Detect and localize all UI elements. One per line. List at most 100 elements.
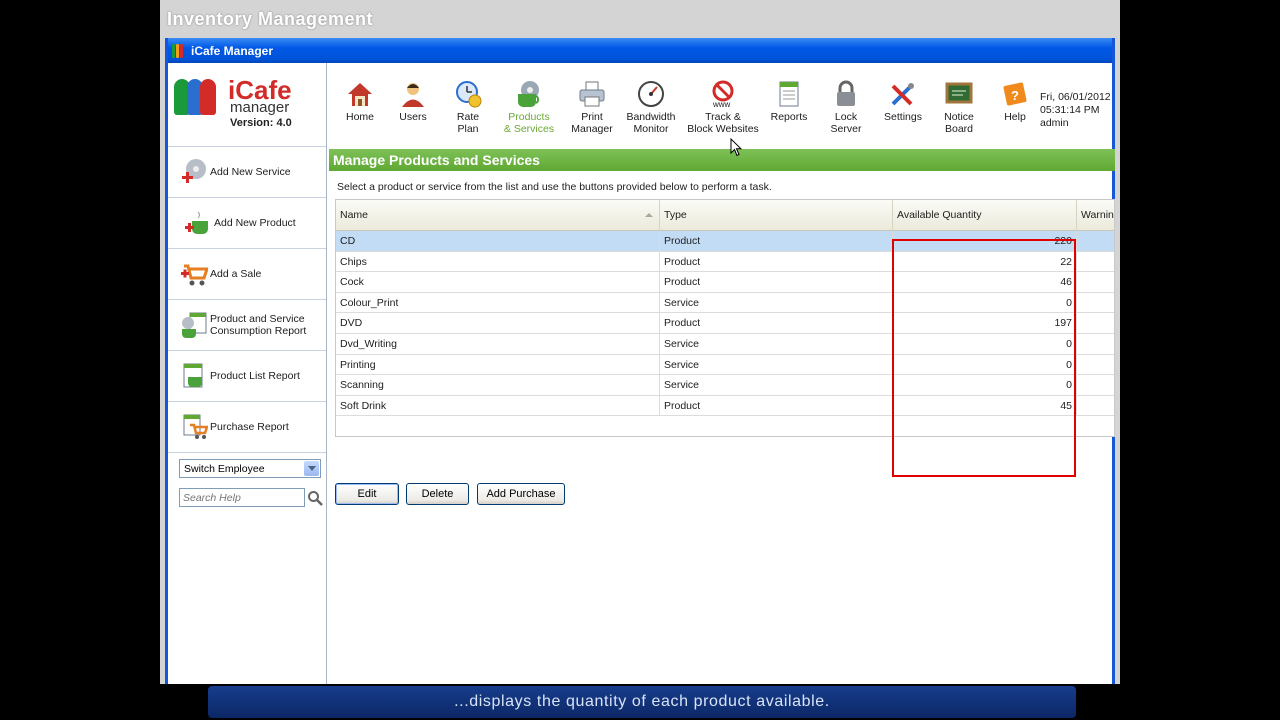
cell-name: Chips xyxy=(336,251,660,272)
cell-available-quantity: 0 xyxy=(893,375,1077,396)
cell-type: Product xyxy=(660,231,893,251)
add-service-icon xyxy=(180,158,208,186)
window-title: iCafe Manager xyxy=(191,43,274,58)
search-icon[interactable] xyxy=(307,490,323,506)
cell-warning xyxy=(1077,334,1114,354)
table-row[interactable]: Scanning Service 0 xyxy=(336,375,1114,396)
sidebar-item-consumption-report[interactable]: Product and Service Consumption Report xyxy=(168,300,326,351)
sidebar-item-add-new-product[interactable]: Add New Product xyxy=(168,198,326,249)
sidebar-item-product-list-report[interactable]: Product List Report xyxy=(168,351,326,402)
table-row[interactable]: Chips Product 22 xyxy=(336,251,1114,273)
gauge-icon xyxy=(637,80,665,108)
switch-employee-value: Switch Employee xyxy=(184,463,265,475)
cell-available-quantity: 46 xyxy=(893,272,1077,293)
toolbar-rate-plan[interactable]: Rate Plan xyxy=(436,78,500,135)
cell-available-quantity: 0 xyxy=(893,354,1077,375)
toolbar-reports[interactable]: Reports xyxy=(757,78,821,123)
instruction-text: Select a product or service from the lis… xyxy=(337,181,772,193)
page-title: Manage Products and Services xyxy=(329,149,1115,171)
user-icon xyxy=(399,80,427,108)
logo-mark-icon xyxy=(174,79,220,115)
toolbar-help[interactable]: ? Help xyxy=(983,78,1047,123)
chevron-down-icon[interactable] xyxy=(304,461,319,476)
cell-name: DVD xyxy=(336,313,660,334)
toolbar-bandwidth-monitor[interactable]: Bandwidth Monitor xyxy=(619,78,683,135)
column-header-warning[interactable]: Warnin xyxy=(1077,200,1114,231)
column-header-type[interactable]: Type xyxy=(660,200,893,231)
app-window: iCafe Manager iCafe manager Version: 4.0… xyxy=(165,38,1115,684)
app-logo: iCafe manager Version: 4.0 xyxy=(174,77,324,133)
padlock-icon xyxy=(832,80,860,108)
cell-available-quantity: 22 xyxy=(893,251,1077,272)
toolbar-lock-server[interactable]: Lock Server xyxy=(814,78,878,135)
cell-type: Service xyxy=(660,292,893,313)
sidebar-item-add-a-sale[interactable]: Add a Sale xyxy=(168,249,326,300)
add-product-icon xyxy=(184,209,212,237)
app-icon xyxy=(172,43,184,58)
cell-available-quantity: 45 xyxy=(893,395,1077,416)
cart-icon xyxy=(180,260,210,288)
current-user: admin xyxy=(1040,117,1069,129)
table-row[interactable]: Soft Drink Product 45 xyxy=(336,395,1114,417)
sidebar-item-add-new-service[interactable]: Add New Service xyxy=(168,147,326,198)
cell-warning xyxy=(1077,313,1114,333)
task-sidebar: Add New Service Add New Product Add a Sa… xyxy=(168,147,326,453)
column-header-name[interactable]: Name xyxy=(336,200,660,231)
cell-warning xyxy=(1077,231,1114,251)
report-icon xyxy=(775,80,803,108)
toolbar-notice-board[interactable]: Notice Board xyxy=(927,78,991,135)
cell-available-quantity: 0 xyxy=(893,292,1077,313)
add-purchase-button[interactable]: Add Purchase xyxy=(477,483,565,505)
table-row[interactable]: CD Product 220 xyxy=(336,231,1114,252)
cell-type: Product xyxy=(660,313,893,334)
svg-text:?: ? xyxy=(1011,88,1019,103)
main-content: Manage Products and Services Select a pr… xyxy=(327,147,1115,684)
cell-name: Printing xyxy=(336,354,660,375)
table-row[interactable]: Cock Product 46 xyxy=(336,272,1114,293)
table-row[interactable]: Dvd_Writing Service 0 xyxy=(336,334,1114,355)
table-header: Name Type Available Quantity Warnin xyxy=(336,200,1114,231)
cell-available-quantity: 197 xyxy=(893,313,1077,334)
cell-available-quantity: 0 xyxy=(893,334,1077,354)
toolbar-print-manager[interactable]: Print Manager xyxy=(560,78,624,135)
cell-name: Cock xyxy=(336,272,660,293)
cell-warning xyxy=(1077,375,1114,395)
table-row[interactable]: Colour_Print Service 0 xyxy=(336,292,1114,314)
toolbar-products-services[interactable]: Products & Services xyxy=(497,78,561,135)
www-block-icon: www xyxy=(709,80,737,109)
cell-warning xyxy=(1077,355,1114,375)
column-header-available-quantity[interactable]: Available Quantity xyxy=(893,200,1077,231)
cell-available-quantity: 220 xyxy=(893,231,1077,251)
cell-warning xyxy=(1077,252,1114,272)
window-titlebar[interactable]: iCafe Manager xyxy=(168,38,1112,63)
cup-disc-icon xyxy=(515,80,543,108)
toolbar-track-block-websites[interactable]: www Track & Block Websites xyxy=(687,78,759,135)
products-table: Name Type Available Quantity Warnin CD Pr… xyxy=(335,199,1115,437)
cell-name: Scanning xyxy=(336,375,660,396)
cell-name: CD xyxy=(336,231,660,251)
table-row[interactable]: Printing Service 0 xyxy=(336,354,1114,376)
toolbar-settings[interactable]: Settings xyxy=(871,78,935,123)
cell-name: Colour_Print xyxy=(336,292,660,313)
datetime-user: Fri, 06/01/2012 05:31:14 PM admin xyxy=(1040,91,1111,130)
delete-button[interactable]: Delete xyxy=(406,483,469,505)
logo-sub: manager xyxy=(230,99,290,116)
search-help-input[interactable] xyxy=(179,488,305,507)
cell-warning xyxy=(1077,293,1114,313)
edit-button[interactable]: Edit xyxy=(335,483,399,505)
clock-coin-icon xyxy=(454,80,482,108)
product-list-report-icon xyxy=(180,362,208,390)
cell-type: Product xyxy=(660,251,893,272)
sort-asc-icon xyxy=(645,213,653,217)
table-row[interactable]: DVD Product 197 xyxy=(336,313,1114,334)
consumption-report-icon xyxy=(180,311,208,339)
help-book-icon: ? xyxy=(1001,80,1029,108)
current-time: 05:31:14 PM xyxy=(1040,104,1100,116)
version-label: Version: 4.0 xyxy=(230,117,292,129)
cell-type: Service xyxy=(660,375,893,396)
cell-type: Product xyxy=(660,395,893,416)
sidebar-item-purchase-report[interactable]: Purchase Report xyxy=(168,402,326,453)
printer-icon xyxy=(578,80,606,108)
svg-text:www: www xyxy=(712,100,731,108)
switch-employee-dropdown[interactable]: Switch Employee xyxy=(179,459,321,478)
